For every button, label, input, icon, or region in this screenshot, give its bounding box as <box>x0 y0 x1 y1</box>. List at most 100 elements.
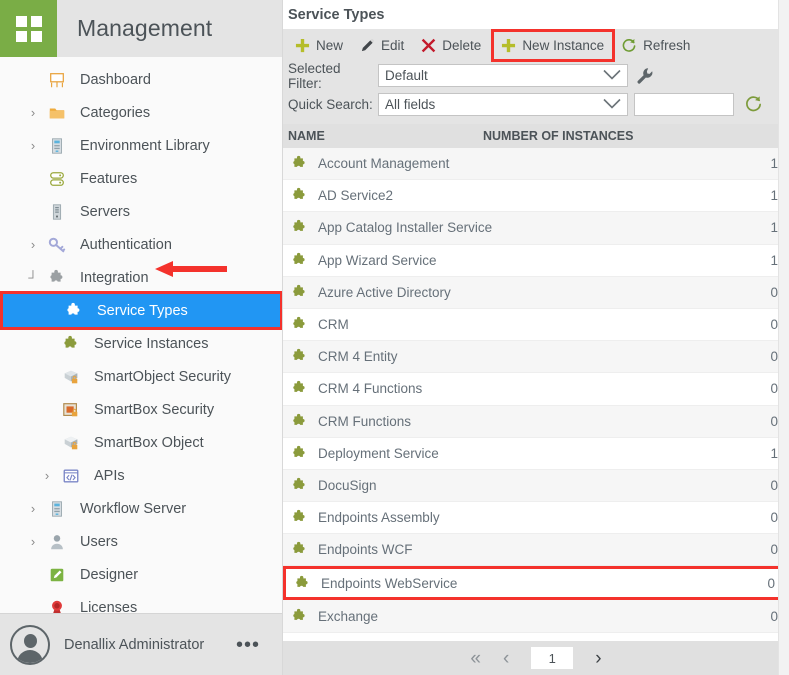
current-page-indicator[interactable]: 1 <box>531 647 574 669</box>
puzzle-piece-icon <box>283 413 311 430</box>
selected-filter-dropdown[interactable]: Default <box>378 64 628 87</box>
sidebar-item-smartbox-object[interactable]: SmartBox Object <box>0 426 282 459</box>
server-icon <box>44 203 70 221</box>
user-icon <box>44 533 70 551</box>
sidebar-item-label: Environment Library <box>80 137 210 154</box>
prev-page-button[interactable]: ‹ <box>503 649 509 668</box>
ellipsis-icon[interactable]: ••• <box>236 635 260 655</box>
dashboard-icon <box>48 71 66 89</box>
table-row[interactable]: CRM Functions 0 <box>283 405 789 438</box>
sidebar-item-dashboard[interactable]: Dashboard <box>0 63 282 96</box>
sidebar-header: Management <box>0 0 282 57</box>
chevron-right-icon[interactable]: › <box>22 106 44 119</box>
column-header-instances[interactable]: NUMBER OF INSTANCES <box>483 129 789 143</box>
next-page-button[interactable]: › <box>595 649 601 668</box>
sidebar-item-workflow-server[interactable]: › Workflow Server <box>0 492 282 525</box>
sidebar-nav: Dashboard › Categories › Environment Library… <box>0 57 282 613</box>
quick-search-row: Quick Search: All fields <box>288 91 789 118</box>
sidebar-item-authentication[interactable]: › Authentication <box>0 228 282 261</box>
refresh-icon <box>621 38 637 54</box>
sidebar-item-smartbox-security[interactable]: SmartBox Security <box>0 393 282 426</box>
table-row[interactable]: App Wizard Service 1 <box>283 244 789 277</box>
sidebar-item-label: Servers <box>80 203 130 220</box>
quick-search-field-dropdown[interactable]: All fields <box>378 93 628 116</box>
column-header-name[interactable]: NAME <box>283 129 483 143</box>
puzzle-piece-icon <box>291 380 308 397</box>
sidebar-item-servers[interactable]: Servers <box>0 195 282 228</box>
puzzle-piece-icon <box>286 575 314 592</box>
smartbox-object-icon <box>58 434 84 452</box>
table-row[interactable]: CRM 4 Entity 0 <box>283 341 789 374</box>
pencil-icon <box>357 38 377 53</box>
service-type-name: Deployment Service <box>318 445 439 461</box>
sidebar-item-service-types[interactable]: Service Types <box>3 294 280 327</box>
x-delete-icon <box>418 38 438 53</box>
puzzle-piece-icon <box>44 269 70 287</box>
service-type-name: Exchange <box>318 608 379 624</box>
delete-button[interactable]: Delete <box>414 31 491 60</box>
table-row[interactable]: Exchange 0 <box>283 600 789 633</box>
puzzle-piece-icon <box>283 155 311 172</box>
sidebar-item-apis[interactable]: › APIs <box>0 459 282 492</box>
edit-button[interactable]: Edit <box>353 31 414 60</box>
sidebar-item-features[interactable]: Features <box>0 162 282 195</box>
table-row[interactable]: Account Management 1 <box>283 148 789 181</box>
quick-search-label: Quick Search: <box>288 97 373 112</box>
service-type-name: AD Service2 <box>318 188 394 204</box>
table-row[interactable]: CRM 0 <box>283 308 789 342</box>
sidebar-item-designer[interactable]: Designer <box>0 558 282 591</box>
server-rack-icon <box>48 137 66 155</box>
sidebar-item-smartobject-security[interactable]: SmartObject Security <box>0 360 282 393</box>
key-icon <box>48 236 66 254</box>
plus-icon <box>498 38 518 53</box>
puzzle-piece-white-icon <box>65 302 83 320</box>
chevron-down-icon <box>603 68 621 83</box>
table-row[interactable]: Azure Active Directory 0 <box>283 276 789 309</box>
user-avatar-icon[interactable] <box>10 624 50 665</box>
first-page-button[interactable]: « <box>470 649 481 668</box>
sidebar-item-integration[interactable]: ┘ Integration <box>0 261 282 294</box>
sidebar-item-label: Service Instances <box>94 335 209 352</box>
table-row[interactable]: DocuSign 0 <box>283 469 789 503</box>
puzzle-piece-icon <box>291 413 308 430</box>
chevron-right-icon[interactable]: › <box>36 469 58 482</box>
chevron-right-icon[interactable]: › <box>22 502 44 515</box>
sidebar-item-environment-library[interactable]: › Environment Library <box>0 129 282 162</box>
page-title: Management <box>77 15 213 41</box>
action-toolbar: New Edit Delete New Instance Refresh <box>283 29 789 62</box>
puzzle-piece-icon <box>283 608 311 625</box>
chevron-right-icon[interactable]: › <box>22 238 44 251</box>
service-types-grid: NAME NUMBER OF INSTANCES Account Managem… <box>283 124 789 641</box>
puzzle-piece-icon <box>283 380 311 397</box>
sidebar-item-categories[interactable]: › Categories <box>0 96 282 129</box>
puzzle-piece-icon <box>291 477 308 494</box>
new-button[interactable]: New <box>288 31 353 60</box>
plus-icon <box>292 38 312 53</box>
new-instance-button[interactable]: New Instance <box>491 29 616 62</box>
folder-icon <box>44 104 70 122</box>
table-row[interactable]: Deployment Service 1 <box>283 437 789 470</box>
search-refresh-icon[interactable] <box>744 95 763 114</box>
chevron-right-icon[interactable]: › <box>22 139 44 152</box>
puzzle-piece-icon <box>291 316 308 333</box>
refresh-button[interactable]: Refresh <box>615 31 700 60</box>
pencil-icon <box>360 38 375 53</box>
server-rack-icon <box>44 137 70 155</box>
four-squares-logo-icon[interactable] <box>0 0 57 57</box>
table-row[interactable]: Endpoints WCF 0 <box>283 534 789 567</box>
puzzle-piece-icon <box>291 252 308 269</box>
sidebar-item-users[interactable]: › Users <box>0 525 282 558</box>
sidebar-item-licenses[interactable]: Licenses <box>0 591 282 613</box>
chevron-right-icon[interactable]: › <box>22 535 44 548</box>
table-row[interactable]: Endpoints Assembly 0 <box>283 502 789 535</box>
wrench-icon[interactable] <box>636 67 654 85</box>
table-row[interactable]: App Catalog Installer Service 1 <box>283 212 789 245</box>
table-row[interactable]: Endpoints WebService 0 <box>283 566 789 601</box>
table-row[interactable]: AD Service2 1 <box>283 180 789 213</box>
service-type-name: Azure Active Directory <box>318 284 451 300</box>
sidebar-item-label: Licenses <box>80 599 138 614</box>
sidebar-item-service-instances[interactable]: Service Instances <box>0 327 282 360</box>
table-row[interactable]: CRM 4 Functions 0 <box>283 373 789 406</box>
search-input[interactable] <box>634 93 734 116</box>
tree-collapse-icon[interactable]: ┘ <box>22 271 44 284</box>
